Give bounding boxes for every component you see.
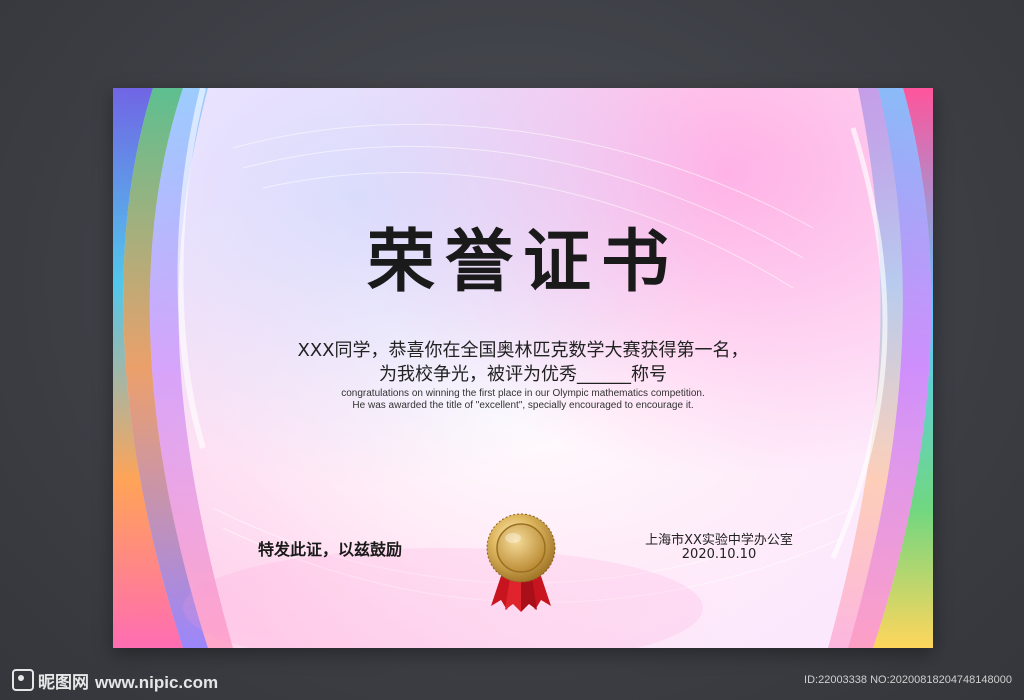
watermark-logo: 昵图网 www.nipic.com — [12, 668, 218, 693]
certificate-title: 荣誉证书 — [366, 223, 679, 302]
award-text-en-line2: He was awarded the title of "excellent",… — [352, 400, 694, 411]
certificate: 荣誉证书 XXX同学，恭喜你在全国奥林匹克数学大赛获得第一名， 为我校争光，被评… — [113, 88, 933, 648]
watermark-image-id: ID:22003338 NO:20200818204748148000 — [804, 674, 1012, 686]
logo-icon — [12, 669, 34, 691]
watermark-logo-text: 昵图网 — [38, 673, 89, 693]
award-text-en-line1: congratulations on winning the first pla… — [341, 388, 705, 399]
award-text-cn-line2: 为我校争光，被评为优秀______称号 — [379, 364, 667, 385]
closing-statement: 特发此证，以兹鼓励 — [258, 540, 403, 559]
issue-date: 2020.10.10 — [681, 547, 757, 562]
watermark-url: www.nipic.com — [95, 673, 219, 692]
award-text-cn-line1: XXX同学，恭喜你在全国奥林匹克数学大赛获得第一名， — [297, 340, 749, 361]
gold-medal-icon — [486, 513, 556, 612]
issuer-name: 上海市XX实验中学办公室 — [645, 533, 793, 548]
